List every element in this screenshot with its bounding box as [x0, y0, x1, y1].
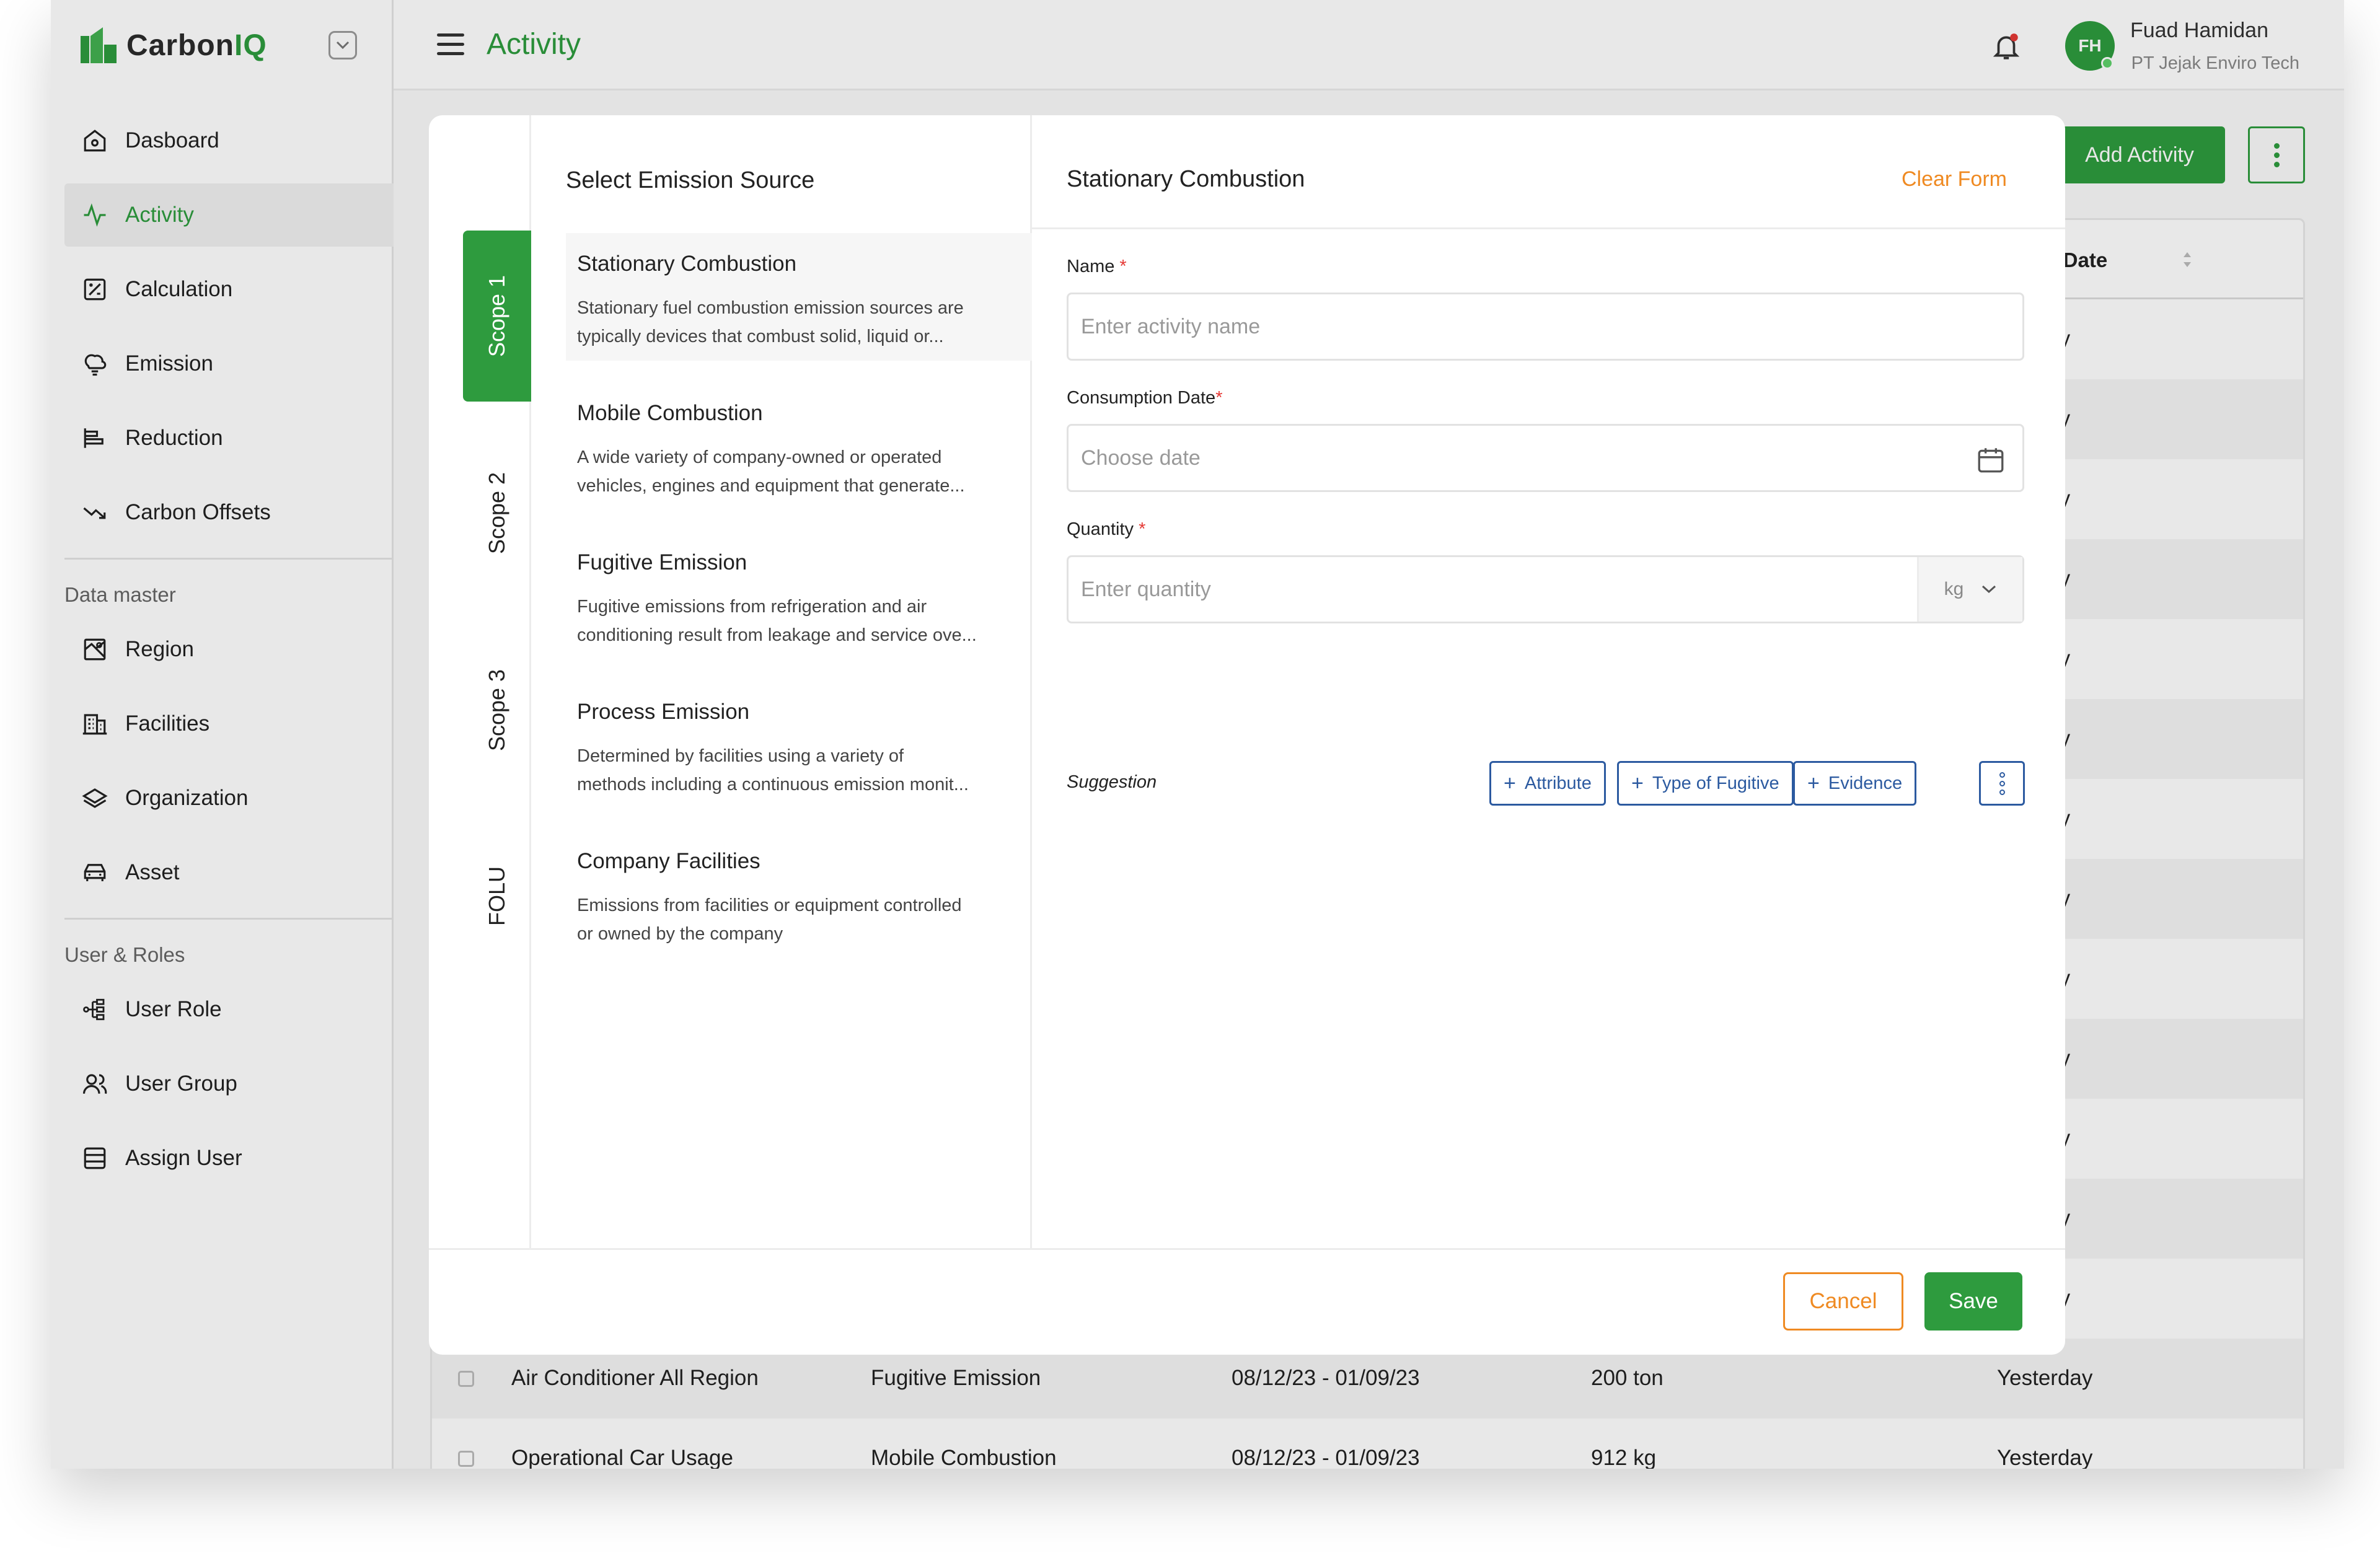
name-field[interactable] — [1067, 293, 2024, 361]
source-description: Fugitive emissions from refrigeration an… — [577, 597, 927, 617]
tab-scope-2[interactable]: Scope 2 — [463, 428, 531, 599]
source-description: or owned by the company — [577, 924, 783, 944]
tab-folu[interactable]: FOLU — [463, 822, 531, 970]
source-description: methods including a continuous emission … — [577, 775, 969, 794]
consumption-date-label: Consumption Date* — [1067, 388, 1223, 408]
source-item-mobile-combustion[interactable]: Mobile Combustion A wide variety of comp… — [566, 382, 1032, 510]
tab-scope-3[interactable]: Scope 3 — [463, 625, 531, 796]
consumption-date-field[interactable] — [1067, 424, 2024, 492]
source-name: Stationary Combustion — [577, 252, 797, 276]
form-header: Stationary Combustion Clear Form — [1032, 115, 2065, 229]
source-item-fugitive-emission[interactable]: Fugitive Emission Fugitive emissions fro… — [566, 532, 1032, 659]
source-item-stationary-combustion[interactable]: Stationary Combustion Stationary fuel co… — [566, 233, 1032, 361]
suggestion-attribute-button[interactable]: + Attribute — [1489, 761, 1606, 806]
suggestion-evidence-button[interactable]: + Evidence — [1793, 761, 1917, 806]
form-title: Stationary Combustion — [1067, 166, 1305, 192]
tab-label: Scope 3 — [484, 669, 510, 752]
cancel-button[interactable]: Cancel — [1783, 1272, 1903, 1331]
calendar-icon[interactable] — [1975, 444, 2006, 475]
source-description: typically devices that combust solid, li… — [577, 327, 944, 346]
consumption-date-input[interactable] — [1081, 446, 2022, 470]
tab-scope-1[interactable]: Scope 1 — [463, 231, 531, 402]
source-description: Emissions from facilities or equipment c… — [577, 895, 962, 915]
source-description: Determined by facilities using a variety… — [577, 746, 904, 766]
modal-footer: Cancel Save — [429, 1248, 2065, 1355]
source-name: Fugitive Emission — [577, 550, 747, 574]
clear-form-button[interactable]: Clear Form — [1902, 167, 2007, 191]
source-name: Mobile Combustion — [577, 401, 763, 425]
source-description: Stationary fuel combustion emission sour… — [577, 298, 964, 318]
plus-icon: + — [1631, 771, 1644, 795]
app-window: CarbonIQ Dasboard Activity Calculation E… — [51, 0, 2344, 1469]
quantity-input[interactable] — [1081, 577, 2022, 602]
scope-tabs: Scope 1 Scope 2 Scope 3 FOLU — [429, 115, 531, 1248]
source-name: Process Emission — [577, 700, 750, 724]
suggestion-label: Suggestion — [1067, 772, 1157, 792]
emission-source-title: Select Emission Source — [566, 167, 815, 193]
activity-form: Stationary Combustion Clear Form Name * … — [1032, 115, 2065, 1248]
tab-label: FOLU — [483, 866, 509, 926]
name-label: Name * — [1067, 257, 1127, 276]
chevron-down-icon — [1982, 585, 1996, 594]
source-name: Company Facilities — [577, 849, 760, 873]
add-activity-modal: Scope 1 Scope 2 Scope 3 FOLU Select Emis… — [429, 115, 2065, 1355]
source-item-process-emission[interactable]: Process Emission Determined by facilitie… — [566, 681, 1032, 809]
source-description: vehicles, engines and equipment that gen… — [577, 476, 965, 496]
emission-source-list: Select Emission Source Stationary Combus… — [531, 115, 1032, 1248]
unit-select[interactable]: kg — [1917, 557, 2022, 622]
tab-label: Scope 1 — [484, 275, 510, 358]
source-description: A wide variety of company-owned or opera… — [577, 447, 942, 467]
suggestion-more-button[interactable] — [1979, 761, 2025, 806]
name-input[interactable] — [1081, 314, 2022, 339]
tab-label: Scope 2 — [484, 472, 510, 555]
suggestion-type-of-fugitive-button[interactable]: + Type of Fugitive — [1617, 761, 1794, 806]
save-button[interactable]: Save — [1924, 1272, 2022, 1331]
unit-value: kg — [1944, 579, 1964, 599]
plus-icon: + — [1807, 771, 1820, 795]
quantity-field[interactable]: kg — [1067, 555, 2024, 623]
source-item-company-facilities[interactable]: Company Facilities Emissions from facili… — [566, 830, 1032, 958]
plus-icon: + — [1504, 771, 1516, 795]
quantity-label: Quantity * — [1067, 519, 1146, 539]
source-description: conditioning result from leakage and ser… — [577, 625, 977, 645]
